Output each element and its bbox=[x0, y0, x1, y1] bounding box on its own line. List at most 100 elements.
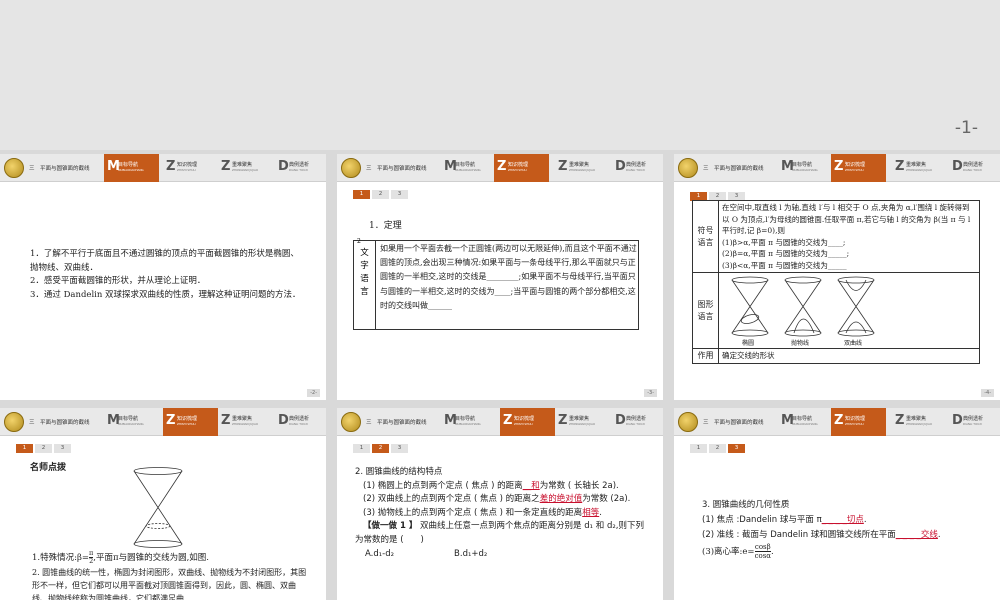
ellipse-property: (1) 椭圆上的点到两个定点 ( 焦点 ) 的距离__和为常数 ( 长轴长 2a… bbox=[363, 480, 619, 491]
text-language-label: 2 文字语言 bbox=[354, 238, 376, 329]
cone-ellipse-figure bbox=[731, 276, 769, 336]
tab-focus[interactable]: Z 重难聚焦 ZHONGNAN JUJIAO bbox=[218, 408, 273, 436]
theorem-box: 2 文字语言 如果用一个平面去截一个正圆锥(两边可以无限延伸),而且这个平面不通… bbox=[353, 238, 639, 330]
pager-1[interactable]: 1 bbox=[353, 190, 370, 199]
section-title: 三 平面与圆锥面的截线 bbox=[29, 420, 90, 426]
pager-2[interactable]: 2 bbox=[35, 444, 52, 453]
slide-objectives[interactable]: 三 平面与圆锥面的截线 M 目标导航 MUBIAODAOHANG Z 知识梳理 ZHIS… bbox=[0, 154, 326, 400]
row-label: 作用 bbox=[692, 348, 719, 364]
tip-special-case: 1.特殊情况:β= π 2 ,平面π与圆锥的交线为圆,如图. bbox=[32, 549, 209, 565]
school-logo-icon bbox=[341, 158, 361, 178]
objective-item: 3．通过 Dandelin 双球探求双曲线的性质，理解这种证明问题的方法． bbox=[30, 289, 301, 300]
slide-header: 三 平面与圆锥面的截线 M 目标导航 MUBIAODAOHANG Z 知识梳理 ZHIS… bbox=[0, 408, 326, 436]
slide-symbol-language[interactable]: 三 平面与圆锥面的截线 M 目标导航 MUBIAODAOHANG Z 知识梳理 ZHIS… bbox=[674, 154, 1000, 400]
tab-focus[interactable]: Z 重难聚焦 ZHONGNAN JUJIAO bbox=[892, 154, 947, 182]
pager-3[interactable]: 3 bbox=[728, 444, 745, 453]
tab-focus[interactable]: Z 重难聚焦 ZHONGNAN JUJIAO bbox=[555, 408, 610, 436]
section-title: 三 平面与圆锥面的截线 bbox=[703, 166, 764, 172]
tab-examples[interactable]: D 典例透析 DIANLI TOUXI bbox=[949, 408, 1000, 436]
tab-examples[interactable]: D 典例透析 DIANLI TOUXI bbox=[275, 154, 326, 182]
tab-knowledge[interactable]: Z 知识梳理 ZHISHI SHULI bbox=[494, 154, 549, 182]
slide-structure[interactable]: 三 平面与圆锥面的截线 M 目标导航 MUBIAODAOHANG Z 知识梳理 ZHIS… bbox=[337, 408, 663, 600]
pager-1[interactable]: 1 bbox=[16, 444, 33, 453]
tab-knowledge[interactable]: Z 知识梳理 ZHISHI SHULI bbox=[163, 154, 218, 182]
tab-focus[interactable]: Z 重难聚焦 ZHONGNAN JUJIAO bbox=[892, 408, 947, 436]
slide-page-number: -3- bbox=[644, 389, 657, 397]
sub-pager[interactable]: 1 2 3 bbox=[16, 444, 71, 453]
theorem-text: 如果用一个平面去截一个正圆锥(两边可以无限延伸),而且这个平面不通过圆锥的顶点,… bbox=[380, 244, 637, 310]
cone-figures: 椭圆 抛物线 双曲线 bbox=[731, 276, 875, 347]
figure-label-parabola: 抛物线 bbox=[791, 339, 809, 347]
slide-tips[interactable]: 三 平面与圆锥面的截线 M 目标导航 MUBIAODAOHANG Z 知识梳理 ZHIS… bbox=[0, 408, 326, 600]
option-b[interactable]: B.d₁+d₂ bbox=[454, 548, 487, 562]
symbol-text: 在空间中,取直线 l 为轴,直线 l′与 l 相交于 O 点,夹角为 α,l′围… bbox=[718, 200, 980, 273]
pager-3[interactable]: 3 bbox=[54, 444, 71, 453]
tab-objectives[interactable]: M 目标导航 MUBIAODAOHANG bbox=[778, 154, 833, 182]
slide-geometry[interactable]: 三 平面与圆锥面的截线 M 目标导航 MUBIAODAOHANG Z 知识梳理 ZHIS… bbox=[674, 408, 1000, 600]
tab-objectives[interactable]: M 目标导航 MUBIAODAOHANG bbox=[441, 408, 496, 436]
geometry-heading: 3. 圆锥曲线的几何性质 bbox=[702, 500, 790, 510]
tab-objectives[interactable]: M 目标导航 MUBIAODAOHANG bbox=[104, 154, 159, 182]
figure-label-hyperbola: 双曲线 bbox=[844, 339, 862, 347]
top-page-number: -1- bbox=[954, 118, 978, 138]
pager-1[interactable]: 1 bbox=[353, 444, 370, 453]
hyperbola-property: (2) 双曲线上的点到两个定点 ( 焦点 ) 的距离之差的绝对值为常数 (2a)… bbox=[363, 494, 631, 505]
section-title: 三 平面与圆锥面的截线 bbox=[703, 420, 764, 426]
practice-options: A.d₁-d₂ B.d₁+d₂ bbox=[355, 548, 647, 562]
objective-item: 2．感受平面截圆锥的形状，并从理论上证明． bbox=[30, 276, 206, 286]
cone-parabola-figure bbox=[784, 276, 822, 336]
top-blank-area: -1- bbox=[0, 0, 1000, 150]
school-logo-icon bbox=[678, 158, 698, 178]
purpose-text: 确定交线的形状 bbox=[718, 348, 980, 364]
slide-header: 三 平面与圆锥面的截线 M 目标导航 MUBIAODAOHANG Z 知识梳理 ZHIS… bbox=[337, 154, 663, 182]
slide-header: 三 平面与圆锥面的截线 M 目标导航 MUBIAODAOHANG Z 知识梳理 ZHIS… bbox=[0, 154, 326, 182]
geometry-content: 3. 圆锥曲线的几何性质 (1) 焦点 :Dandelin 球与平面 π_ _ … bbox=[702, 498, 982, 560]
pager-1[interactable]: 1 bbox=[690, 444, 707, 453]
tab-knowledge[interactable]: Z 知识梳理 ZHISHI SHULI bbox=[163, 408, 218, 436]
parabola-property: (3) 抛物线上的点到两个定点 ( 焦点 ) 和一条定直线的距离相等. bbox=[363, 507, 602, 518]
slide-page-number: -4- bbox=[981, 389, 994, 397]
sub-pager[interactable]: 1 2 3 bbox=[353, 190, 408, 199]
tab-knowledge[interactable]: Z 知识梳理 ZHISHI SHULI bbox=[500, 408, 555, 436]
sub-pager[interactable]: 1 2 3 bbox=[353, 444, 408, 453]
tab-focus[interactable]: Z 重难聚焦 ZHONGNAN JUJIAO bbox=[555, 154, 610, 182]
structure-heading: 2. 圆锥曲线的结构特点 bbox=[355, 467, 443, 477]
pager-2[interactable]: 2 bbox=[372, 190, 389, 199]
slide-page-number: -2- bbox=[307, 389, 320, 397]
tab-examples[interactable]: D 典例透析 DIANLI TOUXI bbox=[612, 154, 663, 182]
pager-3[interactable]: 3 bbox=[391, 444, 408, 453]
objective-item: 1．了解不平行于底面且不通过圆锥的顶点的平面截圆锥的形状是椭圆、抛物线、双曲线． bbox=[30, 249, 299, 273]
school-logo-icon bbox=[678, 412, 698, 432]
theorem-heading: 1．定理 bbox=[369, 221, 402, 231]
figure-cell: 椭圆 抛物线 双曲线 bbox=[718, 272, 980, 349]
tab-examples[interactable]: D 典例透析 DIANLI TOUXI bbox=[949, 154, 1000, 182]
tab-knowledge[interactable]: Z 知识梳理 ZHISHI SHULI bbox=[831, 408, 886, 436]
school-logo-icon bbox=[341, 412, 361, 432]
row-label: 符号语言 bbox=[692, 200, 719, 273]
pager-2[interactable]: 2 bbox=[372, 444, 389, 453]
eccentricity-property: (3)离心率:e= cosβ cosα. bbox=[702, 543, 774, 560]
slide-theorem[interactable]: 三 平面与圆锥面的截线 M 目标导航 MUBIAODAOHANG Z 知识梳理 ZHIS… bbox=[337, 154, 663, 400]
slide-header: 三 平面与圆锥面的截线 M 目标导航 MUBIAODAOHANG Z 知识梳理 ZHIS… bbox=[674, 408, 1000, 436]
tab-examples[interactable]: D 典例透析 DIANLI TOUXI bbox=[612, 408, 663, 436]
sub-pager[interactable]: 1 2 3 bbox=[690, 444, 745, 453]
section-title: 三 平面与圆锥面的截线 bbox=[366, 166, 427, 172]
tab-objectives[interactable]: M 目标导航 MUBIAODAOHANG bbox=[441, 154, 496, 182]
superscript-mark: 2 bbox=[357, 238, 361, 245]
tab-objectives[interactable]: M 目标导航 MUBIAODAOHANG bbox=[778, 408, 833, 436]
tab-focus[interactable]: Z 重难聚焦 ZHONGNAN JUJIAO bbox=[218, 154, 273, 182]
school-logo-icon bbox=[4, 158, 24, 178]
tab-knowledge[interactable]: Z 知识梳理 ZHISHI SHULI bbox=[831, 154, 886, 182]
slide-header: 三 平面与圆锥面的截线 M 目标导航 MUBIAODAOHANG Z 知识梳理 ZHIS… bbox=[337, 408, 663, 436]
tab-objectives[interactable]: M 目标导航 MUBIAODAOHANG bbox=[104, 408, 159, 436]
cone-circle-figure bbox=[133, 467, 183, 548]
cone-hyperbola-figure bbox=[837, 276, 875, 336]
tab-examples[interactable]: D 典例透析 DIANLI TOUXI bbox=[275, 408, 326, 436]
section-title: 三 平面与圆锥面的截线 bbox=[29, 166, 90, 172]
tips-title: 名师点拨 bbox=[30, 463, 67, 473]
school-logo-icon bbox=[4, 412, 24, 432]
pager-3[interactable]: 3 bbox=[391, 190, 408, 199]
pager-2[interactable]: 2 bbox=[709, 444, 726, 453]
section-title: 三 平面与圆锥面的截线 bbox=[366, 420, 427, 426]
option-a[interactable]: A.d₁-d₂ bbox=[365, 548, 394, 562]
